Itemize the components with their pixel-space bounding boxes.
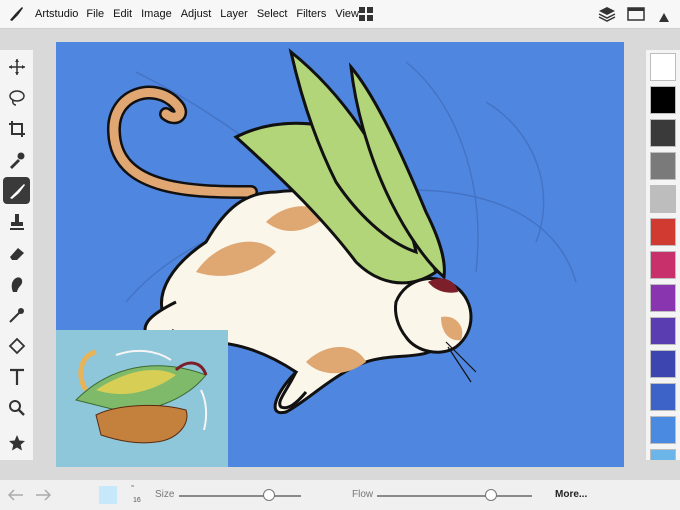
flow-label: Flow <box>352 489 374 500</box>
favorites-tool[interactable] <box>3 429 30 456</box>
brush-size-value: 16 <box>133 497 141 504</box>
triangle-up-icon[interactable] <box>659 9 669 27</box>
menu-file[interactable]: File <box>86 8 104 20</box>
top-menu-bar: Artstudio File Edit Image Adjust Layer S… <box>0 0 680 29</box>
brush-tool[interactable] <box>3 177 30 204</box>
menu-select[interactable]: Select <box>257 8 288 20</box>
text-icon <box>9 368 24 385</box>
size-slider[interactable] <box>179 495 301 497</box>
zoom-tool[interactable] <box>3 394 30 421</box>
fill-bucket-icon <box>8 337 25 354</box>
more-button[interactable]: More... <box>555 489 587 500</box>
swatch-purple[interactable] <box>650 284 676 312</box>
crop-tool[interactable] <box>3 115 30 142</box>
swatch-red[interactable] <box>650 218 676 246</box>
menu-image[interactable]: Image <box>141 8 172 20</box>
eraser-tool[interactable] <box>3 239 30 266</box>
reference-image[interactable] <box>56 330 228 467</box>
eraser-icon <box>9 247 24 260</box>
layers-icon[interactable] <box>598 6 616 27</box>
move-tool[interactable] <box>3 53 30 80</box>
swatch-white[interactable] <box>650 53 676 81</box>
smudge-tool[interactable] <box>3 270 30 297</box>
zoom-icon <box>8 399 25 416</box>
swatch-blue[interactable] <box>650 383 676 411</box>
swatch-black[interactable] <box>650 86 676 114</box>
menu-app[interactable]: Artstudio <box>35 8 78 20</box>
stamp-icon <box>9 213 24 230</box>
swatch-indigo[interactable] <box>650 350 676 378</box>
tool-sidebar <box>0 50 33 460</box>
flow-slider[interactable] <box>377 495 532 497</box>
brush-size-readout: ≈ <box>131 484 135 490</box>
star-icon <box>8 434 25 450</box>
brush-app-icon[interactable] <box>7 5 25 28</box>
swatch-pink[interactable] <box>650 251 676 279</box>
redo-icon[interactable] <box>35 488 52 506</box>
eyedropper-icon <box>9 152 24 169</box>
crop-icon <box>8 120 25 137</box>
eyedropper-tool[interactable] <box>3 146 30 173</box>
fill-tool[interactable] <box>3 332 30 359</box>
swatch-gray[interactable] <box>650 152 676 180</box>
menu-edit[interactable]: Edit <box>113 8 132 20</box>
grid-icon[interactable] <box>359 7 374 27</box>
blur-tool[interactable] <box>3 301 30 328</box>
blur-icon <box>8 307 24 323</box>
stamp-tool[interactable] <box>3 208 30 235</box>
reference-artwork <box>75 349 208 444</box>
swatch-dark-gray[interactable] <box>650 119 676 147</box>
undo-icon[interactable] <box>7 488 24 506</box>
panel-icon[interactable] <box>627 7 645 26</box>
move-icon <box>8 58 25 75</box>
menu-layer[interactable]: Layer <box>220 8 248 20</box>
color-palette <box>646 50 680 460</box>
smudge-icon <box>11 276 22 292</box>
size-slider-knob[interactable] <box>263 489 275 501</box>
swatch-sky[interactable] <box>650 449 676 460</box>
flow-slider-knob[interactable] <box>485 489 497 501</box>
lasso-icon <box>8 89 25 106</box>
menu-view[interactable]: View <box>335 8 359 20</box>
swatch-light-blue[interactable] <box>650 416 676 444</box>
size-label: Size <box>155 489 175 500</box>
lasso-tool[interactable] <box>3 84 30 111</box>
text-tool[interactable] <box>3 363 30 390</box>
bottom-toolbar: ≈ 16 Size Flow More... <box>0 480 680 510</box>
menu-filters[interactable]: Filters <box>296 8 326 20</box>
swatch-violet[interactable] <box>650 317 676 345</box>
swatch-light-gray[interactable] <box>650 185 676 213</box>
current-color-swatch[interactable] <box>99 486 117 504</box>
menu-adjust[interactable]: Adjust <box>181 8 212 20</box>
brush-icon <box>9 183 25 199</box>
